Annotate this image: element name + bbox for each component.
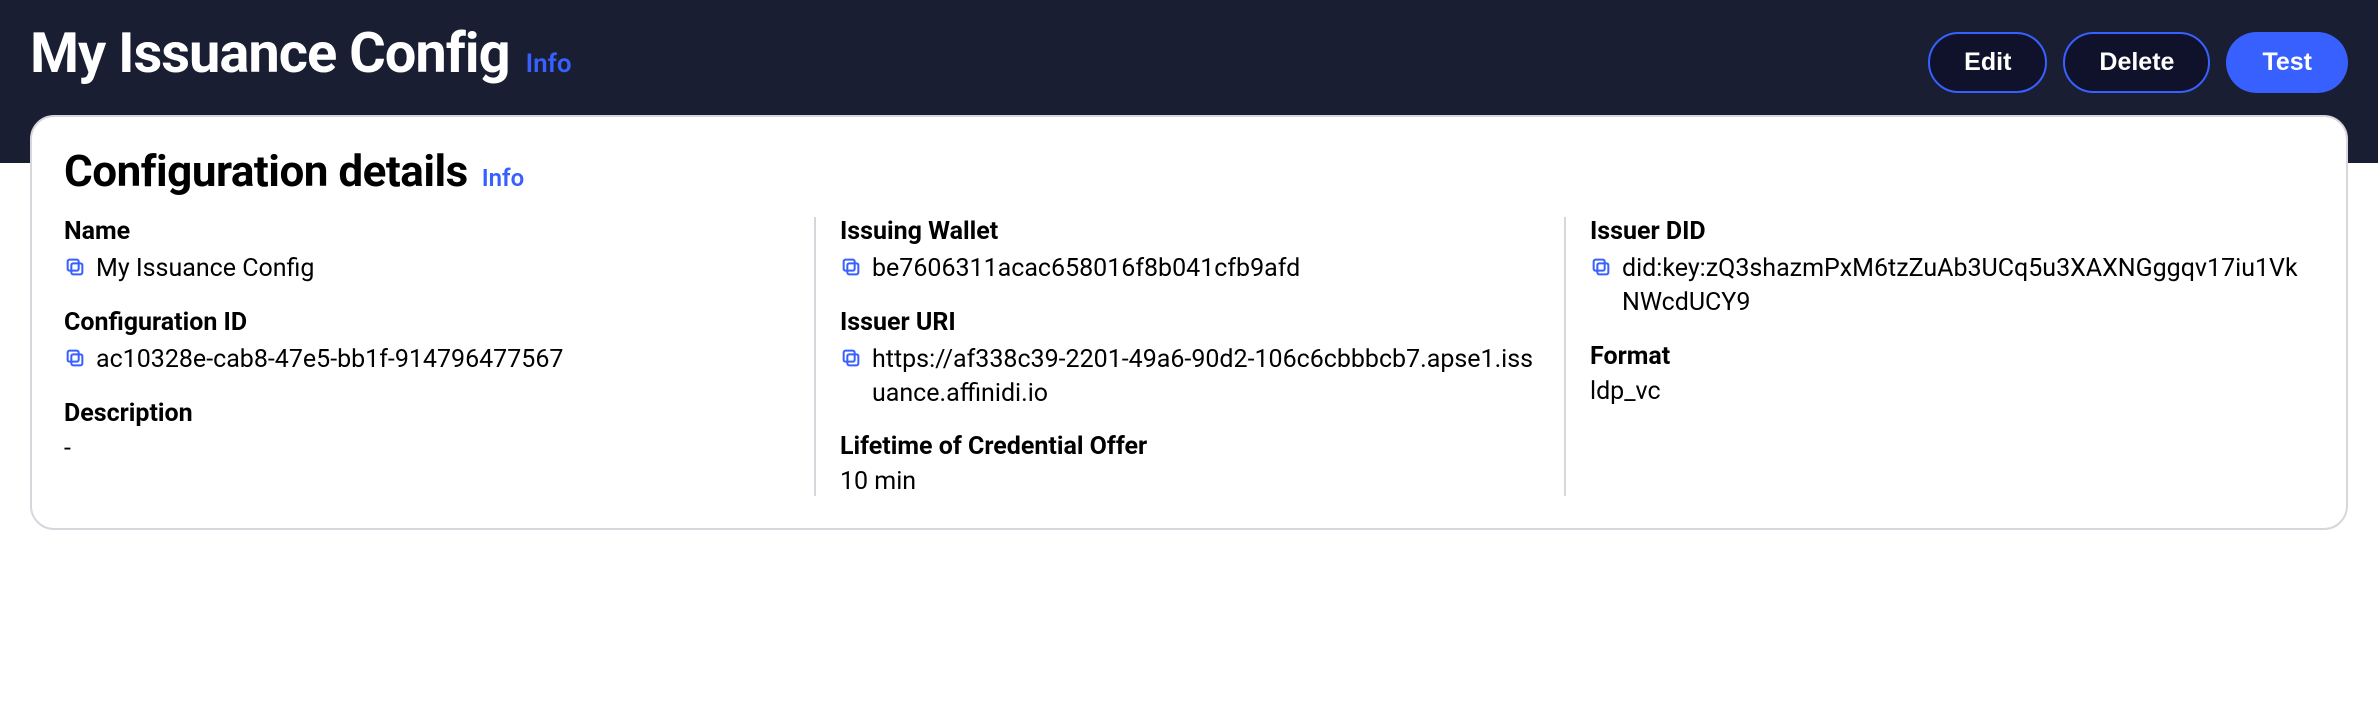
header-actions: Edit Delete Test <box>1928 20 2348 93</box>
field-value: 10 min <box>840 467 1540 496</box>
header-info-link[interactable]: Info <box>526 49 572 79</box>
field-value: ldp_vc <box>1590 377 2314 406</box>
field-value: did:key:zQ3shazmPxM6tzZuAb3UCq5u3XAXNGgg… <box>1622 252 2314 320</box>
field-value-row: https://af338c39-2201-49a6-90d2-106c6cbb… <box>840 343 1540 411</box>
field-label: Name <box>64 217 790 246</box>
field-format: Format ldp_vc <box>1590 342 2314 406</box>
field-label: Issuing Wallet <box>840 217 1540 246</box>
field-name: Name My Issuance Config <box>64 217 790 286</box>
field-value: https://af338c39-2201-49a6-90d2-106c6cbb… <box>872 343 1540 411</box>
field-value-row: ac10328e-cab8-47e5-bb1f-914796477567 <box>64 343 790 377</box>
field-value: be7606311acac658016f8b041cfb9afd <box>872 252 1300 286</box>
column-2: Issuing Wallet be7606311acac658016f8b041… <box>814 217 1564 496</box>
test-button[interactable]: Test <box>2226 32 2348 93</box>
card-title: Configuration details <box>64 145 468 197</box>
field-value: - <box>64 434 790 463</box>
field-value-row: did:key:zQ3shazmPxM6tzZuAb3UCq5u3XAXNGgg… <box>1590 252 2314 320</box>
field-label: Format <box>1590 342 2314 371</box>
field-label: Configuration ID <box>64 308 790 337</box>
field-config-id: Configuration ID ac10328e-cab8-47e5-bb1f… <box>64 308 790 377</box>
field-label: Description <box>64 399 790 428</box>
copy-icon[interactable] <box>64 256 86 278</box>
details-columns: Name My Issuance Config Configuration ID… <box>64 217 2314 496</box>
column-1: Name My Issuance Config Configuration ID… <box>64 217 814 496</box>
field-label: Issuer URI <box>840 308 1540 337</box>
field-lifetime: Lifetime of Credential Offer 10 min <box>840 432 1540 496</box>
field-label: Lifetime of Credential Offer <box>840 432 1540 461</box>
copy-icon[interactable] <box>1590 256 1612 278</box>
header-left: My Issuance Config Info <box>30 20 572 86</box>
copy-icon[interactable] <box>840 256 862 278</box>
field-value-row: be7606311acac658016f8b041cfb9afd <box>840 252 1540 286</box>
field-value-row: My Issuance Config <box>64 252 790 286</box>
card-header: Configuration details Info <box>64 145 2314 197</box>
field-value: ac10328e-cab8-47e5-bb1f-914796477567 <box>96 343 563 377</box>
field-description: Description - <box>64 399 790 463</box>
copy-icon[interactable] <box>64 347 86 369</box>
delete-button[interactable]: Delete <box>2063 32 2210 93</box>
page-title: My Issuance Config <box>30 20 510 86</box>
field-label: Issuer DID <box>1590 217 2314 246</box>
copy-icon[interactable] <box>840 347 862 369</box>
field-value: My Issuance Config <box>96 252 314 286</box>
field-issuing-wallet: Issuing Wallet be7606311acac658016f8b041… <box>840 217 1540 286</box>
config-details-card: Configuration details Info Name My Issua… <box>30 115 2348 530</box>
edit-button[interactable]: Edit <box>1928 32 2047 93</box>
field-issuer-did: Issuer DID did:key:zQ3shazmPxM6tzZuAb3UC… <box>1590 217 2314 320</box>
card-info-link[interactable]: Info <box>482 164 524 192</box>
column-3: Issuer DID did:key:zQ3shazmPxM6tzZuAb3UC… <box>1564 217 2314 496</box>
field-issuer-uri: Issuer URI https://af338c39-2201-49a6-90… <box>840 308 1540 411</box>
